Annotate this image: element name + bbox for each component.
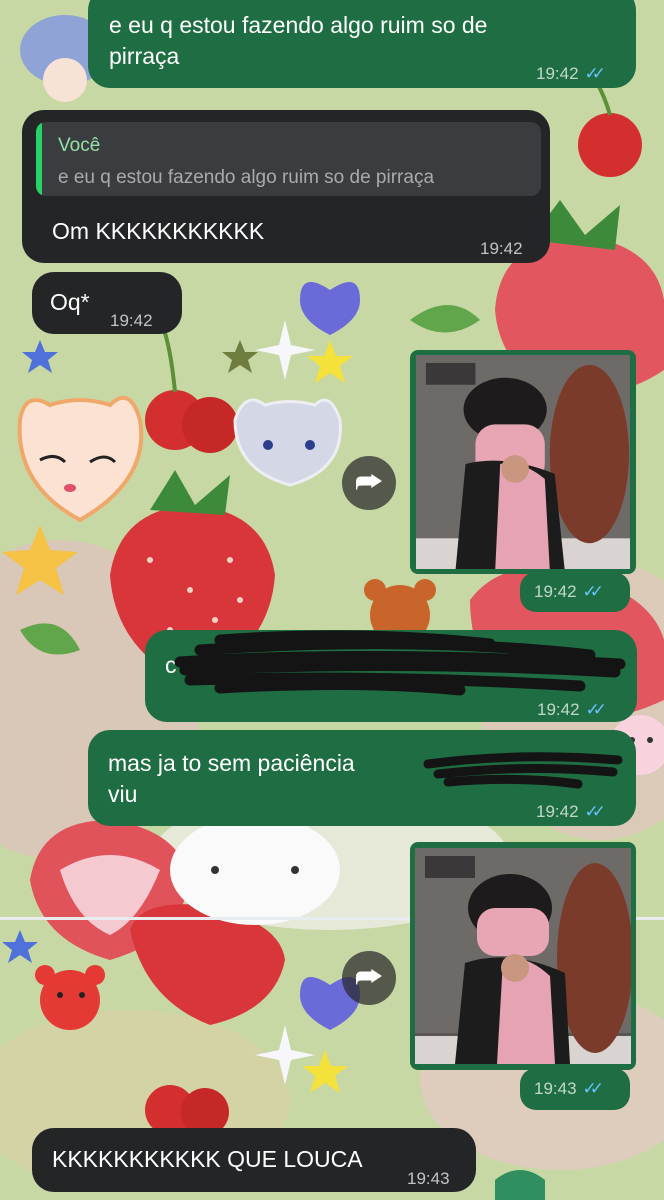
read-receipt-icon: ✓✓ bbox=[584, 802, 606, 821]
message-time: 19:42 bbox=[536, 64, 579, 83]
incoming-message[interactable]: Oq* 19:42 bbox=[32, 272, 182, 334]
quote-accent-bar bbox=[36, 122, 42, 196]
forward-button[interactable]: ⮫ bbox=[342, 951, 396, 1005]
message-meta: 19:42 ✓✓ bbox=[536, 796, 606, 827]
message-meta: 19:42 ✓✓ bbox=[534, 582, 604, 602]
read-receipt-icon: ✓✓ bbox=[582, 1079, 604, 1098]
message-text: Oq* bbox=[50, 289, 90, 315]
video-thumbnail[interactable] bbox=[415, 355, 631, 569]
forward-button[interactable]: ⮫ bbox=[342, 456, 396, 510]
outgoing-message[interactable]: mas ja to sem paciência viu 19:42 ✓✓ bbox=[88, 730, 636, 826]
outgoing-video-message[interactable]: 19:42 ✓✓ bbox=[410, 350, 636, 601]
message-time: 19:42 bbox=[110, 311, 153, 330]
forward-icon: ⮫ bbox=[355, 961, 383, 994]
quoted-author: Você bbox=[58, 135, 101, 156]
message-time: 19:43 bbox=[407, 1169, 450, 1188]
outgoing-video-message[interactable] bbox=[410, 842, 636, 1070]
outgoing-message[interactable]: c 19:42 ✓✓ bbox=[145, 630, 637, 722]
incoming-message[interactable]: KKKKKKKKKKK QUE LOUCA 19:43 bbox=[32, 1128, 476, 1192]
message-time: 19:42 bbox=[536, 802, 579, 821]
message-time: 19:43 bbox=[534, 1079, 577, 1098]
message-meta: 19:43 ✓✓ bbox=[534, 1079, 604, 1099]
bunny-face-icon bbox=[170, 815, 340, 925]
message-time: 19:42 bbox=[537, 700, 580, 719]
read-receipt-icon: ✓✓ bbox=[582, 582, 604, 601]
message-meta: 19:42 ✓✓ bbox=[537, 694, 607, 725]
message-text: e eu q estou fazendo algo ruim so de pir… bbox=[109, 12, 488, 69]
incoming-message[interactable]: Você e eu q estou fazendo algo ruim so d… bbox=[22, 110, 550, 263]
quoted-text: e eu q estou fazendo algo ruim so de pir… bbox=[58, 167, 435, 188]
redaction-scribble bbox=[423, 752, 623, 789]
redaction-scribble bbox=[174, 630, 626, 696]
message-meta: 19:42 ✓✓ bbox=[536, 58, 606, 89]
read-receipt-icon: ✓✓ bbox=[584, 64, 606, 83]
outgoing-message[interactable]: e eu q estou fazendo algo ruim so de pir… bbox=[88, 0, 636, 88]
message-time: 19:42 bbox=[480, 239, 523, 258]
read-receipt-icon: ✓✓ bbox=[585, 700, 607, 719]
message-text: mas ja to sem paciência viu bbox=[108, 750, 355, 807]
message-time: 19:42 bbox=[534, 582, 577, 601]
quoted-message[interactable]: Você e eu q estou fazendo algo ruim so d… bbox=[36, 122, 541, 196]
video-thumbnail[interactable] bbox=[415, 847, 631, 1065]
message-text: Om KKKKKKKKKKK bbox=[52, 218, 265, 244]
forward-icon: ⮫ bbox=[355, 466, 383, 499]
message-text: KKKKKKKKKKK QUE LOUCA bbox=[52, 1146, 363, 1172]
